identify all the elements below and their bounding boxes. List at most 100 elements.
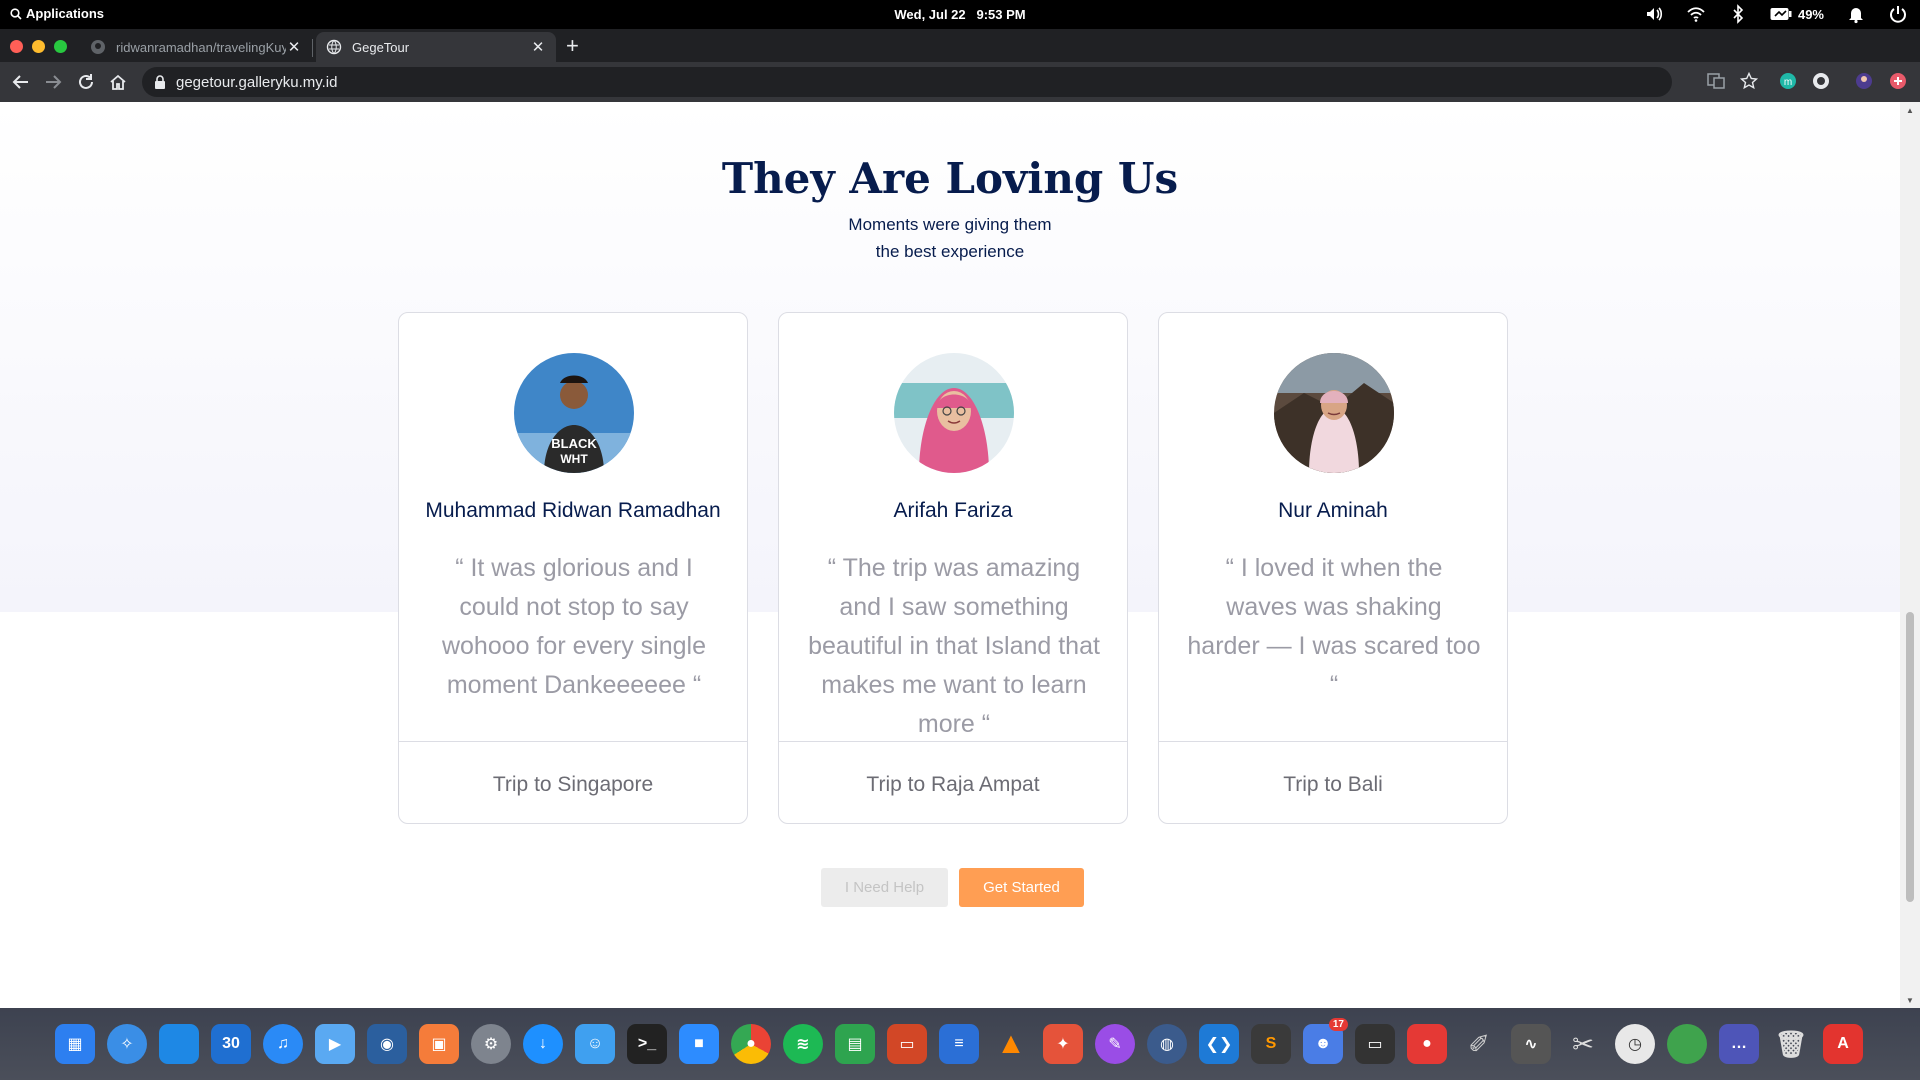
- safari-icon[interactable]: ✧: [107, 1024, 147, 1064]
- extension-red-icon[interactable]: [1889, 72, 1907, 90]
- page-scrollbar[interactable]: ▲ ▼: [1900, 102, 1920, 1008]
- clock-icon[interactable]: ◷: [1615, 1024, 1655, 1064]
- music-icon[interactable]: ♫: [263, 1024, 303, 1064]
- tab-separator: [312, 39, 313, 57]
- notification-badge: 17: [1328, 1018, 1348, 1031]
- spreadsheet-icon[interactable]: ▤: [835, 1024, 875, 1064]
- application-dock: ▦ ✧ 30 ♫ ▶ ◉ ▣ ⚙ ↓ ☺ >_ ■ ● ≋ ▤ ▭ ≡ ▲ ✦ …: [0, 1008, 1920, 1080]
- notification-bell-icon[interactable]: [1846, 4, 1866, 24]
- sublime-icon[interactable]: S: [1251, 1024, 1291, 1064]
- pdf-icon[interactable]: A: [1823, 1024, 1863, 1064]
- browser-tab-bar: ridwanramadhan/travelingKuy ✕ GegeTour ✕…: [0, 29, 1920, 62]
- bookmark-star-icon[interactable]: [1740, 72, 1758, 90]
- page-viewport: They Are Loving Us Moments were giving t…: [0, 102, 1920, 1008]
- screen-icon[interactable]: …: [1719, 1024, 1759, 1064]
- forward-arrow-icon[interactable]: [43, 72, 63, 92]
- minimize-window-button[interactable]: [32, 40, 45, 53]
- downloads-icon[interactable]: ↓: [523, 1024, 563, 1064]
- testimonial-trip: Trip to Bali: [1283, 773, 1383, 796]
- url-text: gegetour.galleryku.my.id: [176, 73, 338, 91]
- finder-icon[interactable]: ☺: [575, 1024, 615, 1064]
- presentation-icon[interactable]: ▭: [887, 1024, 927, 1064]
- volume-icon[interactable]: [1644, 4, 1664, 24]
- spotify-icon[interactable]: ≋: [783, 1024, 823, 1064]
- calendar-day: 30: [222, 1035, 240, 1052]
- scrollbar-thumb[interactable]: [1906, 612, 1914, 902]
- date-text: Wed, Jul 22: [894, 7, 966, 22]
- close-window-button[interactable]: [10, 40, 23, 53]
- browser-toolbar: gegetour.galleryku.my.id m: [0, 62, 1920, 102]
- card-divider: [399, 741, 747, 742]
- system-top-bar: Applications Wed, Jul 22 9:53 PM 49%: [0, 0, 1920, 29]
- maximize-window-button[interactable]: [54, 40, 67, 53]
- section-subheading-line1: Moments were giving them: [848, 215, 1052, 234]
- gitkraken-icon[interactable]: ✦: [1043, 1024, 1083, 1064]
- back-arrow-icon[interactable]: [11, 72, 31, 92]
- testimonial-name: Muhammad Ridwan Ramadhan: [425, 499, 721, 522]
- activity-icon[interactable]: ∿: [1511, 1024, 1551, 1064]
- testimonial-quote: “ The trip was amazing and I saw somethi…: [808, 554, 1100, 738]
- new-tab-button[interactable]: +: [566, 35, 579, 57]
- need-help-button[interactable]: I Need Help: [821, 868, 948, 907]
- green-app-icon[interactable]: [1667, 1024, 1707, 1064]
- testimonial-name: Arifah Fariza: [893, 499, 1013, 522]
- address-bar[interactable]: gegetour.galleryku.my.id: [142, 67, 1672, 97]
- launchpad-icon[interactable]: ▦: [55, 1024, 95, 1064]
- testimonial-card: Nur Aminah “ I loved it when the waves w…: [1158, 312, 1508, 824]
- extension-circle-icon[interactable]: [1812, 72, 1830, 90]
- scroll-down-arrow-icon[interactable]: ▼: [1906, 996, 1914, 1005]
- battery-percent: 49%: [1797, 6, 1824, 22]
- chrome-icon[interactable]: ●: [731, 1024, 771, 1064]
- settings-icon[interactable]: ⚙: [471, 1024, 511, 1064]
- paint-icon[interactable]: ✎: [1095, 1024, 1135, 1064]
- tab-github[interactable]: ridwanramadhan/travelingKuy ✕: [80, 32, 312, 62]
- trash-icon[interactable]: 🗑: [1771, 1024, 1811, 1064]
- bluetooth-icon[interactable]: [1728, 4, 1748, 24]
- monitor-icon[interactable]: ▭: [1355, 1024, 1395, 1064]
- recorder-icon[interactable]: ●: [1407, 1024, 1447, 1064]
- github-icon: [91, 40, 105, 54]
- svg-text:BLACK: BLACK: [551, 436, 597, 451]
- globe-icon: [326, 39, 342, 55]
- tab-gegetour[interactable]: GegeTour ✕: [316, 32, 556, 62]
- scroll-up-arrow-icon[interactable]: ▲: [1906, 106, 1914, 115]
- system-clock[interactable]: Wed, Jul 22 9:53 PM: [0, 7, 1920, 22]
- svg-text:WHT: WHT: [560, 452, 588, 466]
- lock-icon: [155, 75, 165, 89]
- get-started-button[interactable]: Get Started: [959, 868, 1084, 907]
- translate-icon[interactable]: [1707, 72, 1725, 90]
- profile-avatar-icon[interactable]: [1855, 72, 1873, 90]
- calendar-icon[interactable]: 30: [211, 1024, 251, 1064]
- vscode-icon[interactable]: ❮❯: [1199, 1024, 1239, 1064]
- photos-icon[interactable]: ▣: [419, 1024, 459, 1064]
- brush-icon[interactable]: ✐: [1459, 1024, 1499, 1064]
- close-tab-icon[interactable]: ✕: [286, 38, 302, 56]
- video-icon[interactable]: ▶: [315, 1024, 355, 1064]
- avatar: [894, 353, 1014, 473]
- vlc-icon[interactable]: ▲: [991, 1024, 1031, 1064]
- testimonial-quote: “ It was glorious and I could not stop t…: [441, 554, 707, 699]
- tab-title: ridwanramadhan/travelingKuy: [116, 39, 286, 55]
- time-text: 9:53 PM: [976, 7, 1026, 22]
- terminal-icon[interactable]: >_: [627, 1024, 667, 1064]
- scissors-icon[interactable]: ✂: [1563, 1024, 1603, 1064]
- section-heading: They Are Loving Us: [721, 154, 1179, 203]
- section-subheading-line2: the best experience: [875, 242, 1025, 261]
- notes-icon[interactable]: [159, 1024, 199, 1064]
- window-controls: [10, 40, 67, 53]
- avatar: [1274, 353, 1394, 473]
- home-icon[interactable]: [108, 72, 128, 92]
- extension-m-icon[interactable]: m: [1779, 72, 1797, 90]
- power-icon[interactable]: [1888, 4, 1908, 24]
- zoom-icon[interactable]: ■: [679, 1024, 719, 1064]
- testimonial-trip: Trip to Raja Ampat: [866, 773, 1040, 796]
- close-tab-icon[interactable]: ✕: [530, 38, 546, 56]
- camera-icon[interactable]: ◉: [367, 1024, 407, 1064]
- reload-icon[interactable]: [76, 72, 96, 92]
- globe-app-icon[interactable]: ◍: [1147, 1024, 1187, 1064]
- wifi-icon[interactable]: [1686, 4, 1706, 24]
- document-icon[interactable]: ≡: [939, 1024, 979, 1064]
- discord-icon[interactable]: ☻ 17: [1303, 1018, 1348, 1064]
- battery-indicator[interactable]: 49%: [1770, 7, 1824, 22]
- testimonial-card: Arifah Fariza “ The trip was amazing and…: [778, 312, 1128, 824]
